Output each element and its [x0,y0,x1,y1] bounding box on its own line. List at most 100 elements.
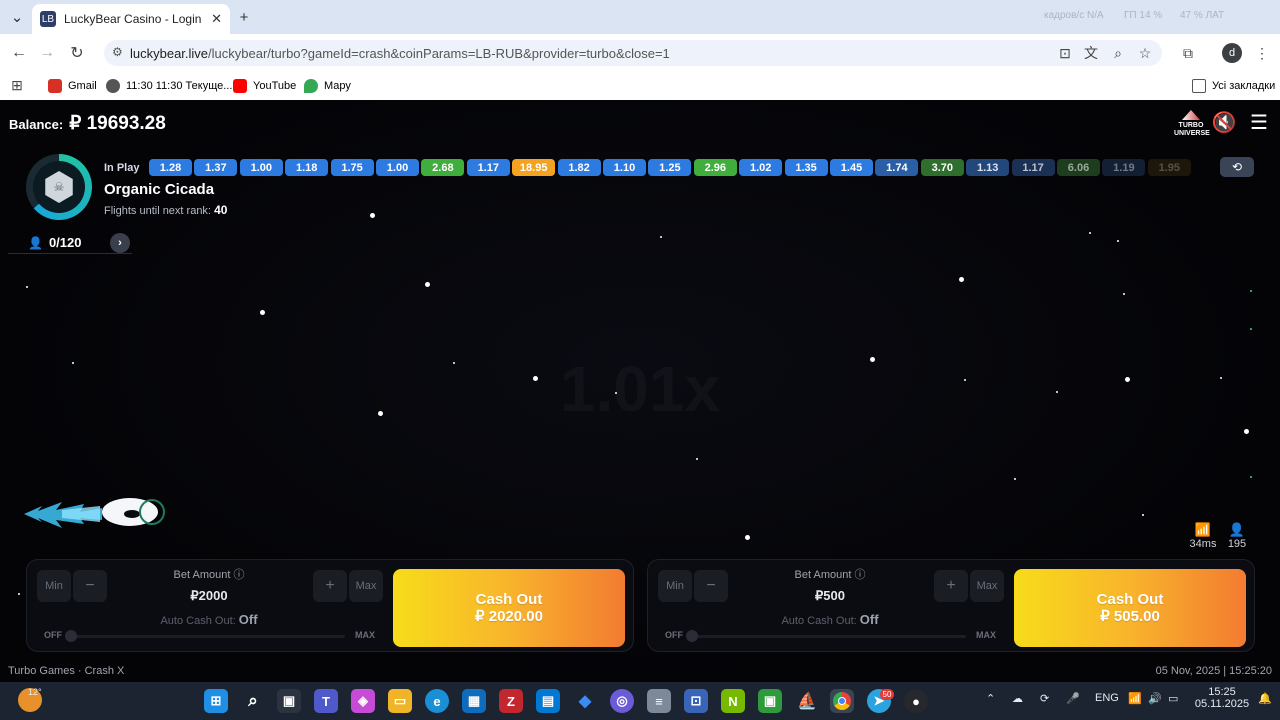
bookmark-youtube[interactable]: YouTube [233,76,296,96]
slider-knob[interactable] [65,630,77,642]
cash-out-button[interactable]: Cash Out ₽ 505.00 [1014,569,1246,647]
site-info-icon[interactable]: ⚙ [112,45,123,59]
wifi-tray-icon[interactable]: 📶 [1128,692,1142,705]
translate-icon[interactable]: 文 [1080,42,1102,64]
dropbox-icon[interactable]: ◆ [573,689,597,713]
browser-menu-icon[interactable]: ⋮ [1251,42,1273,64]
multiplier-pill[interactable]: 1.82 [557,159,601,176]
teams-icon[interactable]: T [314,689,338,713]
bookmark-current[interactable]: 11:30 11:30 Текуще... [106,76,232,96]
increase-button[interactable]: + [934,570,968,602]
chrome-icon[interactable] [830,689,854,713]
copilot-icon[interactable]: ◈ [351,689,375,713]
browser-tab-active[interactable]: LB LuckyBear Casino - Login and A ✕ [32,4,230,34]
sync-icon[interactable]: ⟳ [1040,692,1049,705]
turbo-logo-icon [1182,110,1200,120]
multiplier-pill[interactable]: 1.35 [784,159,828,176]
multiplier-pill[interactable]: 3.70 [920,159,964,176]
chevron-right-icon[interactable]: › [110,233,130,253]
network-app-icon[interactable]: ⊡ [684,689,708,713]
tab-close-icon[interactable]: ✕ [211,11,222,27]
forward-arrow-icon[interactable]: → [34,40,60,66]
reload-icon[interactable]: ↻ [64,40,90,66]
nvidia-icon[interactable]: N [721,689,745,713]
start-windows-icon[interactable]: ⊞ [204,689,228,713]
store-icon[interactable]: ▦ [462,689,486,713]
decrease-button[interactable]: − [73,570,107,602]
multiplier-pill[interactable]: 1.37 [194,159,238,176]
bookmark-maps[interactable]: Мару [304,76,351,96]
multiplier-pill[interactable]: 1.17 [1011,159,1055,176]
clock[interactable]: 15:25 05.11.2025 [1194,686,1250,710]
sound-muted-icon[interactable]: 🔇 [1211,110,1237,134]
app-icon[interactable]: ▤ [536,689,560,713]
multiplier-pill[interactable]: 2.68 [421,159,465,176]
database-icon[interactable]: ≡ [647,689,671,713]
multiplier-pill[interactable]: 2.96 [693,159,737,176]
multiplier-pill[interactable]: 1.28 [149,159,192,176]
volume-icon[interactable]: 🔊 [1148,692,1162,705]
max-button[interactable]: Max [349,570,383,602]
app-icon[interactable]: ▣ [758,689,782,713]
multiplier-pill[interactable]: 1.17 [466,159,510,176]
tray-chevron-icon[interactable]: ⌃ [986,692,995,705]
battery-icon[interactable]: ▭ [1168,692,1178,705]
multiplier-pill[interactable]: 1.10 [603,159,646,176]
back-arrow-icon[interactable]: ← [6,40,32,66]
notification-bell-icon[interactable]: 🔔 [1258,692,1272,705]
tab-title: LuckyBear Casino - Login and A [64,12,204,26]
all-bookmarks[interactable]: Усі закладки [1192,76,1275,96]
history-icon[interactable]: ⟲ [1220,157,1254,177]
microphone-icon[interactable]: 🎤 [1066,692,1080,705]
decrease-button[interactable]: − [694,570,728,602]
settings-sliders-icon[interactable]: ☰ [1246,110,1272,134]
edge-icon[interactable]: e [425,689,449,713]
onedrive-icon[interactable]: ☁ [1012,692,1023,705]
cash-out-button[interactable]: Cash Out ₽ 2020.00 [393,569,625,647]
min-button[interactable]: Min [37,570,71,602]
increase-button[interactable]: + [313,570,347,602]
multiplier-pill[interactable]: 1.45 [830,159,873,176]
multiplier-pill[interactable]: 1.25 [648,159,692,176]
sail-app-icon[interactable]: ⛵ [795,689,819,713]
install-app-icon[interactable]: ⊡ [1054,42,1076,64]
multiplier-pill[interactable]: 6.06 [1057,159,1100,176]
min-button[interactable]: Min [658,570,692,602]
auto-cashout-slider[interactable] [67,635,345,638]
max-button[interactable]: Max [970,570,1004,602]
file-explorer-icon[interactable]: ▭ [388,689,412,713]
star [660,236,662,238]
multiplier-pill[interactable]: 1.00 [376,159,419,176]
slider-knob[interactable] [686,630,698,642]
info-icon[interactable]: ⓘ [854,569,865,581]
task-view-icon[interactable]: ▣ [277,689,301,713]
auto-cashout-slider[interactable] [688,635,966,638]
bookmark-star-icon[interactable]: ☆ [1134,42,1156,64]
extensions-icon[interactable]: ⧉ [1177,42,1199,64]
multiplier-pill[interactable]: 1.74 [875,159,919,176]
address-bar[interactable]: ⚙ luckybear.live/luckybear/turbo?gameId=… [104,40,1162,66]
multiplier-pill[interactable]: 1.75 [330,159,374,176]
multiplier-pill[interactable]: 1.02 [739,159,783,176]
bookmark-gmail[interactable]: Gmail [48,76,97,96]
apps-grid-icon[interactable]: ⊞ [6,74,28,96]
language-indicator[interactable]: ENG [1095,692,1119,704]
profile-avatar[interactable]: d [1222,43,1242,63]
tab-search-chevron-icon[interactable]: ⌄ [5,5,29,29]
info-icon[interactable]: ⓘ [233,569,244,581]
new-tab-plus-icon[interactable]: + [232,5,256,29]
app-icon[interactable]: ◎ [610,689,634,713]
bet-amount-value[interactable]: ₽2000 [129,588,289,604]
multiplier-pill[interactable]: 1.00 [239,159,283,176]
star [959,277,964,282]
obs-icon[interactable]: ● [904,689,928,713]
multiplier-pill[interactable]: 18.95 [512,159,556,176]
multiplier-pill[interactable]: 1.19 [1102,159,1146,176]
filezilla-icon[interactable]: Z [499,689,523,713]
bet-amount-value[interactable]: ₽500 [750,588,910,604]
multiplier-pill[interactable]: 1.18 [285,159,329,176]
multiplier-pill[interactable]: 1.95 [1147,159,1191,176]
multiplier-pill[interactable]: 1.13 [966,159,1010,176]
zoom-icon[interactable]: ⌕ [1107,42,1129,64]
search-icon[interactable]: ⌕ [241,689,265,713]
